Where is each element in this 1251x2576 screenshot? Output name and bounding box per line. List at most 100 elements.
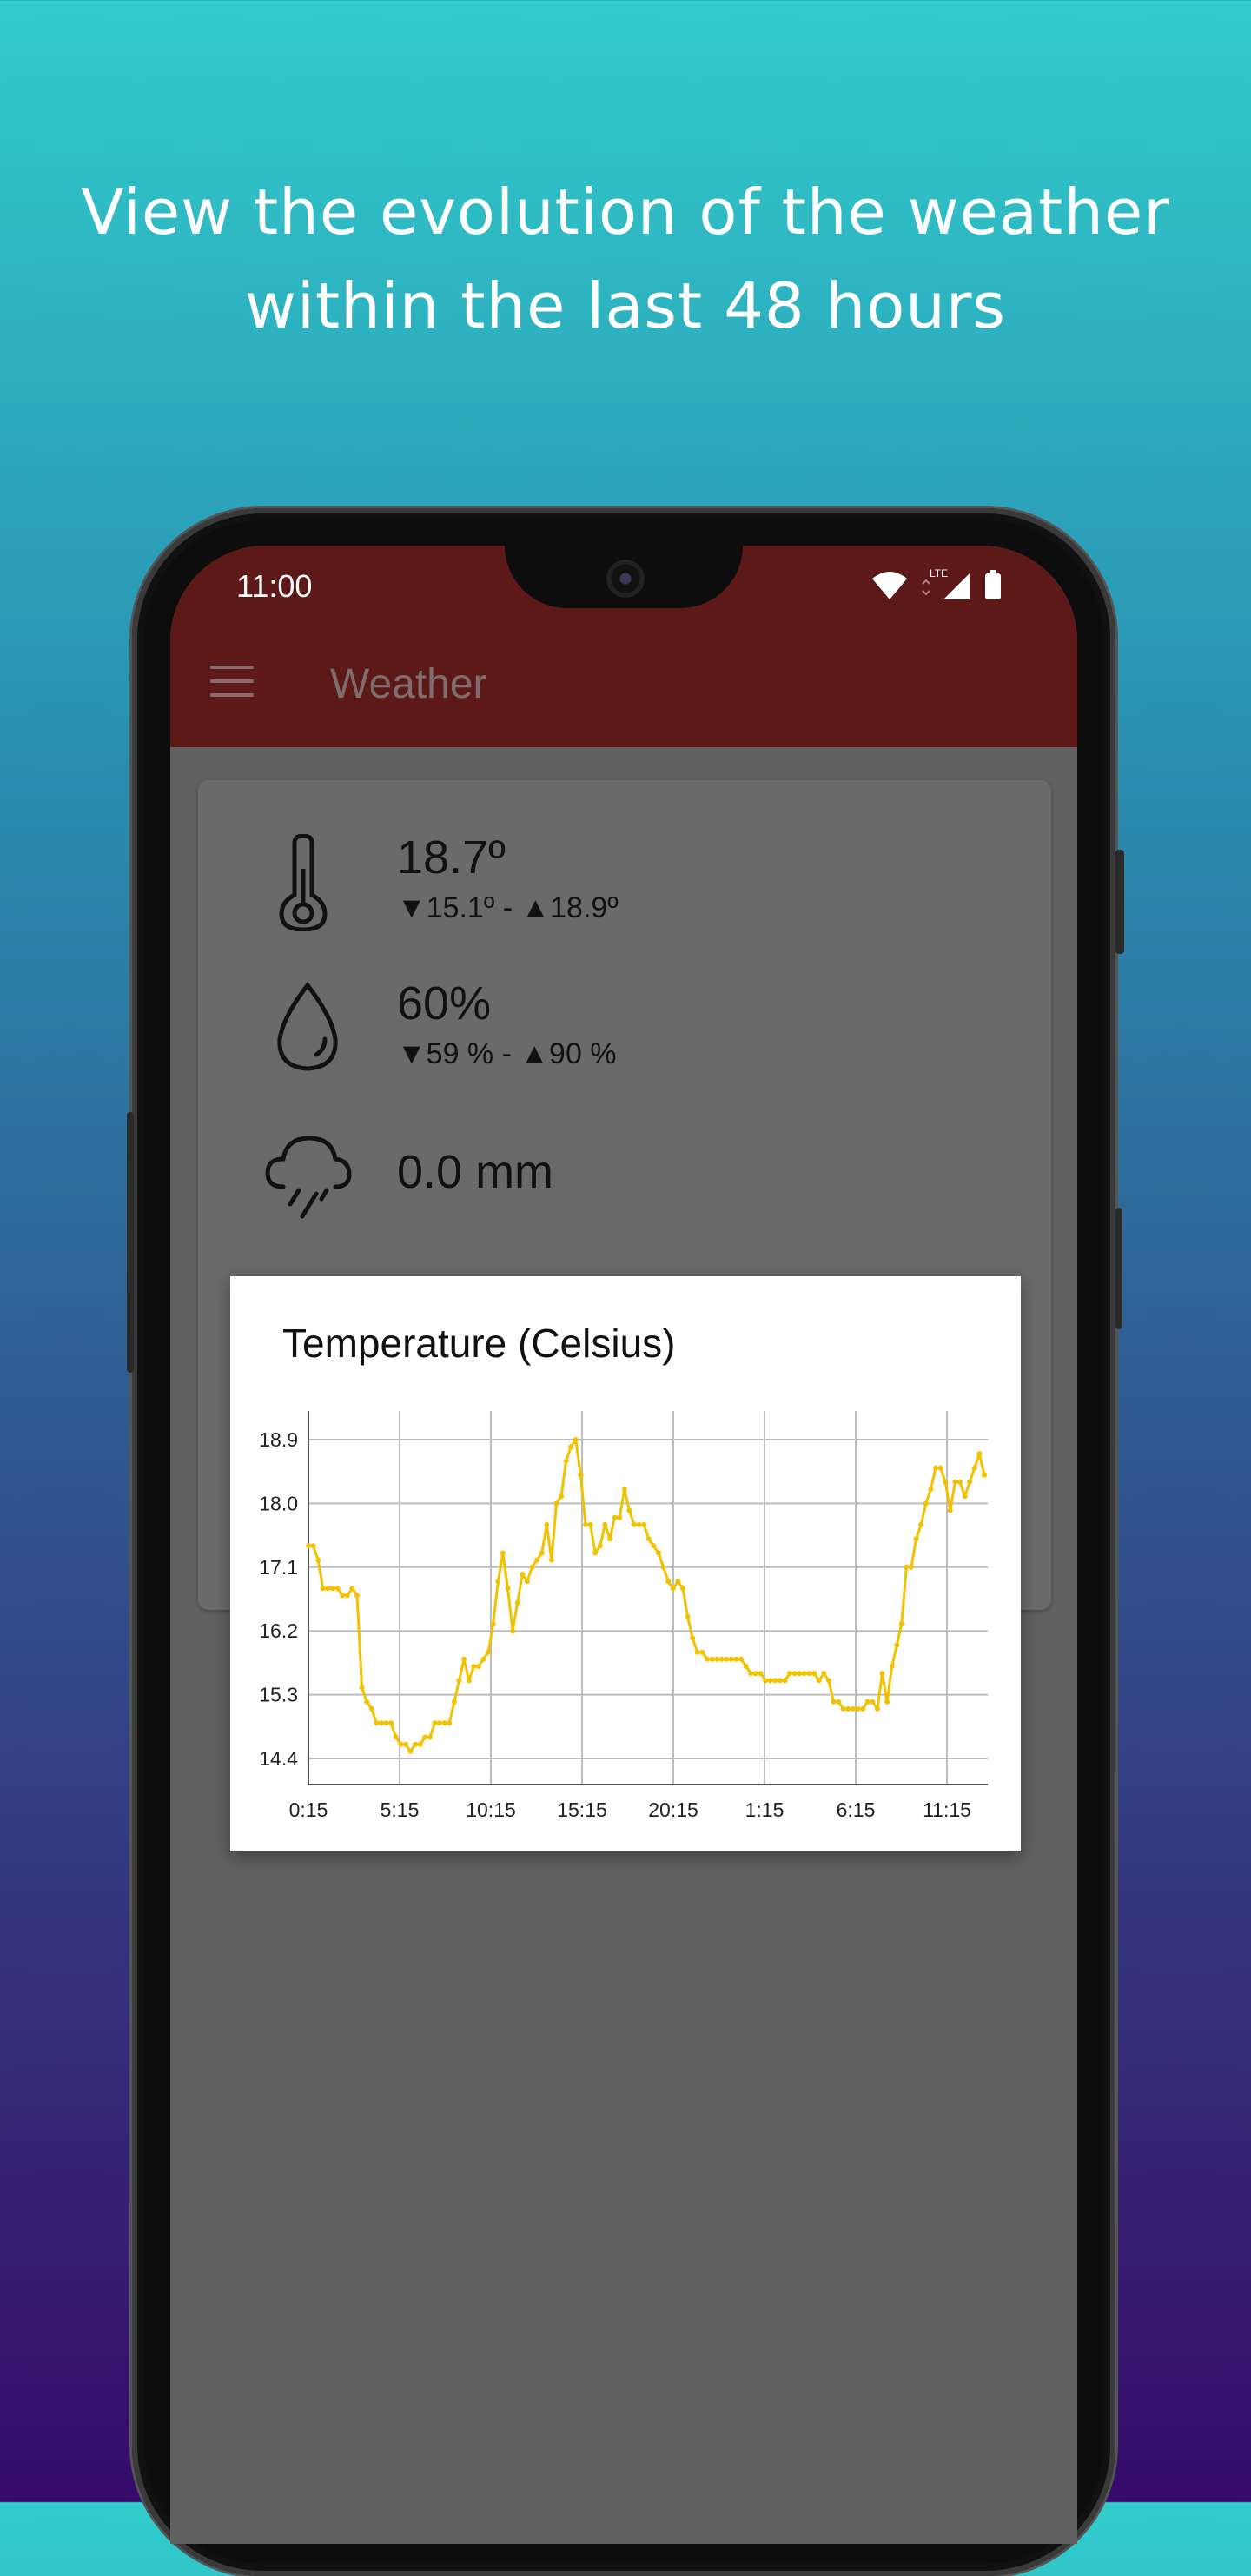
status-time: 11:00	[236, 568, 313, 604]
temperature-data-point	[612, 1514, 618, 1520]
temperature-data-point	[836, 1699, 842, 1705]
temperature-data-point	[758, 1671, 764, 1677]
temperature-data-point	[427, 1734, 433, 1740]
thermometer-icon	[279, 834, 328, 931]
temperature-data-point	[417, 1741, 423, 1747]
temperature-data-point	[870, 1699, 876, 1705]
temperature-data-point	[738, 1656, 745, 1662]
temperature-data-point	[913, 1536, 919, 1542]
temperature-data-point	[466, 1678, 472, 1684]
temperature-data-point	[806, 1671, 812, 1677]
temperature-data-point	[947, 1507, 953, 1513]
temperature-data-point	[437, 1720, 443, 1726]
power-button	[1115, 850, 1124, 954]
temperature-data-point	[398, 1741, 404, 1747]
temperature-data-point	[909, 1564, 914, 1570]
y-tick-label: 18.9	[259, 1428, 298, 1451]
temperature-data-point	[495, 1579, 501, 1585]
temperature-data-point	[705, 1656, 710, 1662]
y-tick-label: 18.0	[259, 1492, 298, 1514]
temperature-data-point	[514, 1599, 520, 1606]
humidity-range: ▼59 % - ▲90 %	[397, 1037, 617, 1070]
temperature-data-point	[825, 1678, 831, 1684]
y-tick-label: 17.1	[259, 1556, 298, 1579]
x-tick-label: 1:15	[745, 1798, 784, 1821]
temperature-data-point	[976, 1451, 983, 1457]
y-tick-label: 15.3	[259, 1684, 298, 1706]
humidity-min: 59 %	[426, 1037, 494, 1070]
temperature-data-point	[456, 1678, 462, 1684]
temperature-data-point	[952, 1479, 958, 1485]
temperature-data-point	[860, 1705, 866, 1712]
humidity-max: 90 %	[549, 1037, 617, 1070]
temperature-data-point	[982, 1472, 987, 1478]
temperature-data-point	[383, 1720, 389, 1726]
temperature-data-point	[660, 1564, 666, 1570]
temperature-data-point	[937, 1465, 943, 1471]
temperature-data-point	[928, 1487, 934, 1493]
promo-headline-line-2: within the last 48 hours	[244, 269, 1006, 342]
temperature-data-point	[315, 1557, 321, 1563]
temperature-data-point	[340, 1593, 346, 1599]
temperature-range: ▼15.1º - ▲18.9º	[397, 891, 619, 924]
temperature-data-point	[864, 1699, 870, 1705]
temperature-data-point	[787, 1671, 793, 1677]
cellular-signal-icon: LTE	[922, 567, 970, 599]
temperature-data-point	[402, 1741, 408, 1747]
promo-headline: View the evolution of the weather within…	[0, 165, 1251, 353]
temperature-data-point	[471, 1664, 477, 1669]
x-tick-label: 0:15	[289, 1798, 328, 1821]
temperature-data-point	[602, 1521, 608, 1527]
water-drop-icon	[277, 982, 338, 1071]
temperature-data-point	[816, 1678, 822, 1684]
temperature-data-point	[544, 1521, 550, 1527]
temperature-data-point	[894, 1642, 900, 1648]
temperature-data-point	[772, 1678, 778, 1684]
temperature-data-point	[933, 1465, 938, 1471]
temperature-data-point	[529, 1564, 535, 1570]
humidity-value: 60%	[397, 977, 492, 1030]
temperature-data-point	[597, 1543, 603, 1549]
temperature-data-point	[680, 1586, 685, 1592]
rain-cloud-icon	[265, 1136, 352, 1219]
temperature-data-point	[943, 1479, 949, 1485]
temperature-data-point	[344, 1593, 350, 1599]
temperature-data-point	[714, 1656, 720, 1662]
temperature-data-point	[690, 1635, 696, 1641]
temperature-data-point	[957, 1479, 963, 1485]
temperature-data-point	[797, 1671, 803, 1677]
temperature-data-point	[379, 1720, 384, 1726]
temperature-data-point	[850, 1705, 856, 1712]
temperature-data-point	[306, 1543, 311, 1549]
temperature-data-point	[821, 1671, 827, 1677]
temperature-data-point	[330, 1586, 335, 1592]
status-icons: LTE	[872, 567, 1001, 599]
temperature-data-point	[480, 1656, 486, 1662]
temperature-data-point	[325, 1586, 331, 1592]
temperature-data-point	[748, 1671, 754, 1677]
temperature-data-point	[874, 1705, 880, 1712]
temperature-data-point	[752, 1671, 758, 1677]
volume-button-left	[127, 1112, 134, 1373]
max-arrow-icon: ▲	[520, 891, 551, 924]
temperature-series-line	[308, 1438, 986, 1753]
temperature-data-point	[855, 1705, 861, 1712]
hamburger-menu-icon[interactable]	[210, 666, 254, 700]
temperature-data-point	[422, 1734, 428, 1740]
temperature-data-point	[791, 1671, 798, 1677]
x-tick-label: 10:15	[466, 1798, 516, 1821]
temperature-data-point	[534, 1557, 540, 1563]
temperature-data-point	[840, 1705, 846, 1712]
temperature-data-point	[879, 1671, 885, 1677]
temperature-data-point	[918, 1521, 924, 1527]
temperature-min: 15.1º	[426, 891, 495, 924]
temperature-value: 18.7º	[397, 831, 506, 884]
temperature-data-point	[636, 1521, 642, 1527]
temperature-data-point	[777, 1678, 783, 1684]
x-tick-label: 20:15	[648, 1798, 698, 1821]
temperature-data-point	[490, 1621, 496, 1626]
temperature-data-point	[368, 1705, 374, 1712]
temperature-data-point	[763, 1678, 769, 1684]
temperature-data-point	[962, 1493, 968, 1500]
network-type-label: LTE	[930, 567, 948, 579]
